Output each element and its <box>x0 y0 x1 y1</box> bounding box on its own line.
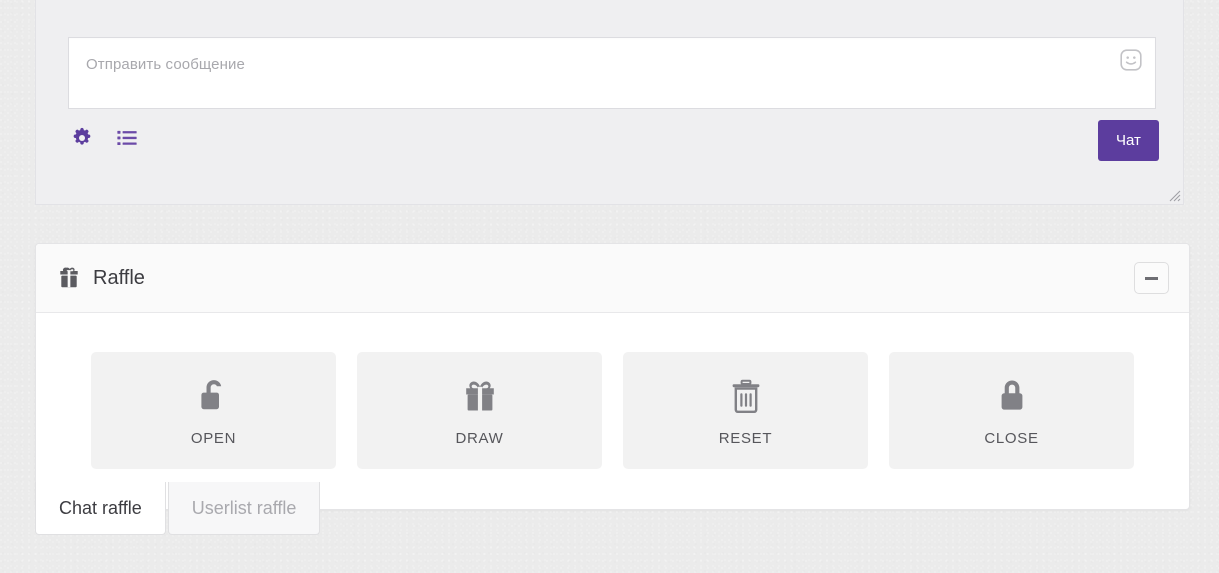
tab-userlist-raffle-label: Userlist raffle <box>191 497 297 518</box>
chat-message-input[interactable]: Отправить сообщение <box>68 37 1156 109</box>
raffle-close-label: CLOSE <box>984 430 1039 447</box>
gear-icon[interactable] <box>71 127 93 149</box>
unlock-icon <box>192 374 236 418</box>
raffle-card-header: Raffle <box>36 244 1189 313</box>
gift-icon <box>458 374 502 418</box>
tab-userlist-raffle[interactable]: Userlist raffle <box>167 482 321 535</box>
raffle-reset-label: RESET <box>718 430 773 447</box>
raffle-open-button[interactable]: OPEN <box>91 352 336 469</box>
list-icon[interactable] <box>116 127 138 149</box>
raffle-reset-button[interactable]: RESET <box>623 352 868 469</box>
raffle-card: Raffle OPEN DRAW RESET CLOSE <box>35 243 1190 510</box>
gift-icon <box>57 266 81 290</box>
raffle-draw-button[interactable]: DRAW <box>357 352 602 469</box>
chat-toolbar <box>71 127 138 149</box>
trash-icon <box>724 374 768 418</box>
raffle-draw-label: DRAW <box>455 430 504 447</box>
minimize-icon <box>1145 276 1158 280</box>
tab-chat-raffle-label: Chat raffle <box>59 497 142 518</box>
resize-grip-icon[interactable] <box>1167 188 1181 202</box>
smiley-face-icon[interactable] <box>1119 48 1143 72</box>
raffle-card-title: Raffle <box>93 266 145 289</box>
tab-chat-raffle[interactable]: Chat raffle <box>35 482 166 535</box>
lock-icon <box>990 374 1034 418</box>
raffle-tab-strip: Chat raffle Userlist raffle <box>35 482 321 535</box>
raffle-actions-row: OPEN DRAW RESET CLOSE <box>36 313 1189 509</box>
raffle-minimize-button[interactable] <box>1134 262 1169 294</box>
chat-input-placeholder: Отправить сообщение <box>86 56 245 73</box>
chat-composer-panel: Отправить сообщение Чат <box>35 0 1184 205</box>
chat-send-button[interactable]: Чат <box>1098 120 1159 161</box>
raffle-open-label: OPEN <box>190 430 237 447</box>
raffle-close-button[interactable]: CLOSE <box>889 352 1134 469</box>
